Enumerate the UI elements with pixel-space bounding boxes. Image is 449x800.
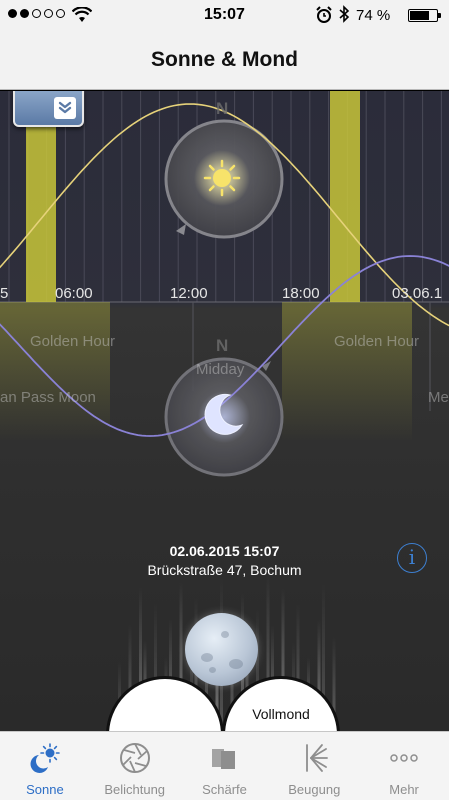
tab-label: Beugung [288,782,341,797]
moon-north-label: N [216,336,229,355]
moon-label-right: Me [428,389,449,406]
battery-percentage: 74 % [356,7,391,24]
aperture-icon [119,743,150,773]
collapse-chart-button[interactable] [13,91,84,127]
more-icon [390,754,418,762]
golden-hour-label-morning: Golden Hour [30,333,116,350]
moon-phase-label: Vollmond [252,706,310,722]
tab-label: Schärfe [202,782,247,797]
current-moon-phase-icon[interactable] [185,613,258,686]
diffraction-icon [306,744,329,772]
golden-hour-label-evening: Golden Hour [334,333,420,350]
tab-mehr[interactable]: Mehr [359,732,449,800]
golden-hour-glow-left [0,302,110,442]
navigation-bar: Sonne & Mond [0,30,449,90]
tab-beugung[interactable]: Beugung [269,732,359,800]
midday-label: Midday [196,361,245,378]
moon-meridian-label: an Pass Moon [0,389,96,406]
sun-north-label: N [216,99,229,118]
page-title: Sonne & Mond [151,48,298,71]
sun-moon-scene[interactable]: 5 06:00 12:00 18:00 03.06.1 N N Golden H… [0,91,449,731]
tab-belichtung[interactable]: Belichtung [90,732,180,800]
tab-bar: Sonne Belichtung Schärfe Beugung Mehr [0,731,449,800]
tick-label: 18:00 [282,285,320,302]
battery-icon [408,9,441,22]
focus-icon [212,749,236,769]
sun-icon [194,150,250,206]
location-address[interactable]: Brückstraße 47, Bochum [0,562,449,578]
golden-hour-band-evening [330,91,360,302]
status-bar: 15:07 74 % [0,0,449,30]
moon-crescent-icon [198,391,250,443]
tick-label: 12:00 [170,285,208,302]
bluetooth-icon [339,5,350,23]
tab-label: Mehr [389,782,419,797]
double-chevron-down-icon [54,97,76,119]
tick-label: 5 [0,285,9,302]
tick-label: 06:00 [55,285,93,302]
alarm-icon [316,6,332,23]
info-button[interactable]: i [397,543,427,573]
tab-schaerfe[interactable]: Schärfe [180,732,270,800]
tick-label: 03.06.1 [392,285,443,302]
tab-label: Sonne [26,782,64,797]
tab-label: Belichtung [104,782,166,797]
sun-moon-icon [30,743,60,773]
selected-datetime[interactable]: 02.06.2015 15:07 [0,543,449,559]
tab-sonne[interactable]: Sonne [0,732,90,800]
